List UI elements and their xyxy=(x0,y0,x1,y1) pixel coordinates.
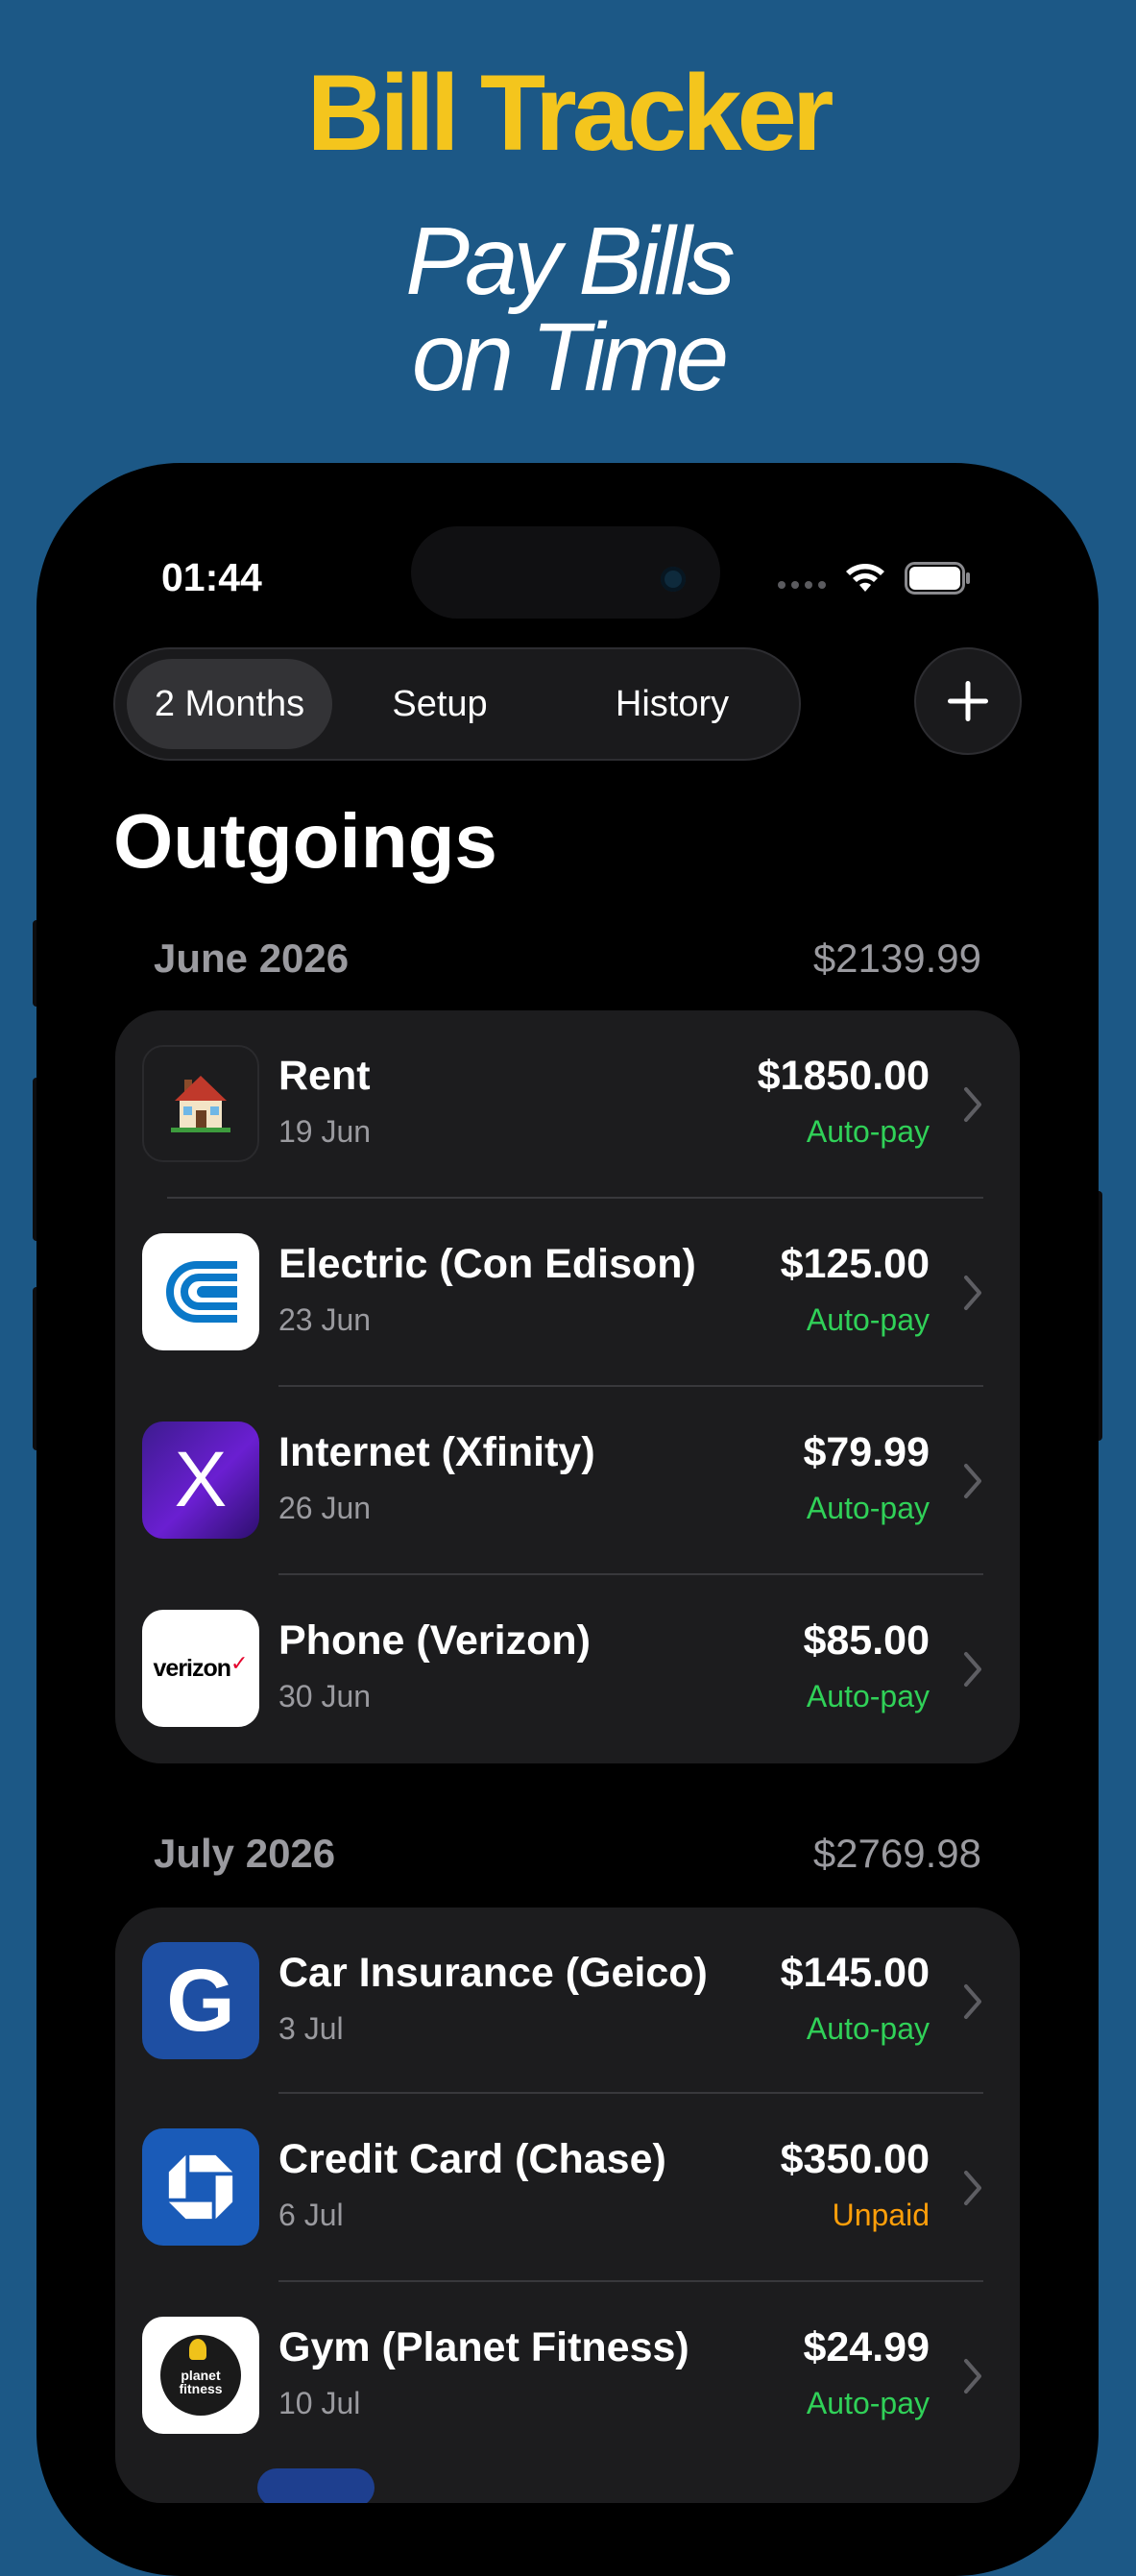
planet-fitness-logo: planet fitness xyxy=(142,2317,259,2434)
bill-row-electric[interactable]: Electric (Con Edison) 23 Jun $125.00 Aut… xyxy=(115,1199,1020,1387)
bill-status: Unpaid xyxy=(832,2198,930,2232)
bill-date: 6 Jul xyxy=(278,2198,344,2232)
geico-logo: G xyxy=(142,1942,259,2059)
bill-amount: $79.99 xyxy=(803,1429,930,1475)
next-row-logo-peek xyxy=(257,2468,375,2503)
verizon-logo: verizon ✓ xyxy=(142,1610,259,1727)
add-bill-button[interactable] xyxy=(914,647,1022,755)
status-time: 01:44 xyxy=(161,555,262,599)
bill-date: 10 Jul xyxy=(278,2386,361,2420)
battery-icon xyxy=(905,562,970,595)
tab-history[interactable]: History xyxy=(557,649,787,759)
bill-amount: $85.00 xyxy=(803,1617,930,1664)
bill-name: Internet (Xfinity) xyxy=(278,1429,595,1475)
bill-name: Phone (Verizon) xyxy=(278,1617,591,1664)
bill-amount: $125.00 xyxy=(780,1241,930,1287)
verizon-logo-text: verizon xyxy=(153,1654,232,1682)
bill-status: Auto-pay xyxy=(806,2386,930,2420)
house-icon xyxy=(142,1045,259,1162)
bill-date: 3 Jul xyxy=(278,2011,344,2046)
chevron-right-icon xyxy=(964,1464,981,1498)
geico-logo-letter: G xyxy=(166,1952,235,2050)
planet-fitness-logo-text: planet fitness xyxy=(179,2368,223,2396)
bill-amount: $1850.00 xyxy=(757,1053,930,1099)
plus-icon xyxy=(948,681,988,721)
chevron-right-icon xyxy=(964,1652,981,1687)
page-title: Outgoings xyxy=(113,798,497,884)
tab-2-months[interactable]: 2 Months xyxy=(127,649,332,759)
tab-setup[interactable]: Setup xyxy=(344,649,536,759)
chevron-right-icon xyxy=(964,1087,981,1122)
camera-icon xyxy=(661,567,686,592)
con-edison-logo xyxy=(142,1233,259,1350)
status-icons xyxy=(778,557,972,599)
bill-row-internet[interactable]: X Internet (Xfinity) 26 Jun $79.99 Auto-… xyxy=(115,1387,1020,1575)
bill-date: 19 Jun xyxy=(278,1114,372,1149)
bill-name: Credit Card (Chase) xyxy=(278,2136,666,2182)
promo-subtitle-line1: Pay Bills xyxy=(405,207,735,315)
chase-logo xyxy=(142,2128,259,2246)
bill-name: Rent xyxy=(278,1053,371,1099)
bill-row-phone[interactable]: verizon ✓ Phone (Verizon) 30 Jun $85.00 A… xyxy=(115,1575,1020,1763)
bill-row-car-insurance[interactable]: G Car Insurance (Geico) 3 Jul $145.00 Au… xyxy=(115,1908,1020,2096)
period-segmented-control: 2 Months Setup History xyxy=(113,647,801,761)
chevron-right-icon xyxy=(964,2359,981,2394)
bill-row-rent[interactable]: Rent 19 Jun $1850.00 Auto-pay xyxy=(115,1010,1020,1199)
bill-status: Auto-pay xyxy=(806,2011,930,2046)
section-month: July 2026 xyxy=(154,1831,336,1876)
section-total: $2769.98 xyxy=(812,1831,981,1876)
bill-date: 30 Jun xyxy=(278,1679,372,1713)
bill-status: Auto-pay xyxy=(806,1302,930,1337)
xfinity-logo: X xyxy=(142,1422,259,1539)
bill-status: Auto-pay xyxy=(806,1679,930,1713)
wifi-icon xyxy=(846,564,884,592)
bill-name: Electric (Con Edison) xyxy=(278,1241,696,1287)
planet-fitness-figure xyxy=(189,2339,206,2360)
bill-name: Gym (Planet Fitness) xyxy=(278,2324,689,2370)
bill-date: 23 Jun xyxy=(278,1302,372,1337)
section-header-june: June 2026 $2139.99 xyxy=(154,936,981,982)
bill-status: Auto-pay xyxy=(806,1491,930,1525)
bill-status: Auto-pay xyxy=(806,1114,930,1149)
section-header-july: July 2026 $2769.98 xyxy=(154,1831,981,1877)
chevron-right-icon xyxy=(964,1984,981,2019)
bill-amount: $145.00 xyxy=(780,1950,930,1996)
bill-amount: $350.00 xyxy=(780,2136,930,2182)
bill-amount: $24.99 xyxy=(803,2324,930,2370)
bills-card-june: Rent 19 Jun $1850.00 Auto-pay Electric (… xyxy=(115,1010,1020,1763)
bills-card-july: G Car Insurance (Geico) 3 Jul $145.00 Au… xyxy=(115,1908,1020,2503)
chevron-right-icon xyxy=(964,1276,981,1310)
checkmark-icon: ✓ xyxy=(230,1651,249,1675)
section-month: June 2026 xyxy=(154,936,350,981)
xfinity-logo-letter: X xyxy=(174,1436,228,1523)
bill-row-gym[interactable]: planet fitness Gym (Planet Fitness) 10 J… xyxy=(115,2282,1020,2470)
promo-subtitle-line2: on Time xyxy=(411,304,729,411)
promo-title: Bill Tracker xyxy=(306,53,834,173)
section-total: $2139.99 xyxy=(812,936,981,981)
cellular-signal-icon xyxy=(778,581,826,589)
bill-row-credit-card[interactable]: Credit Card (Chase) 6 Jul $350.00 Unpaid xyxy=(115,2094,1020,2282)
chevron-right-icon xyxy=(964,2171,981,2205)
bill-date: 26 Jun xyxy=(278,1491,372,1525)
bill-name: Car Insurance (Geico) xyxy=(278,1950,708,1996)
